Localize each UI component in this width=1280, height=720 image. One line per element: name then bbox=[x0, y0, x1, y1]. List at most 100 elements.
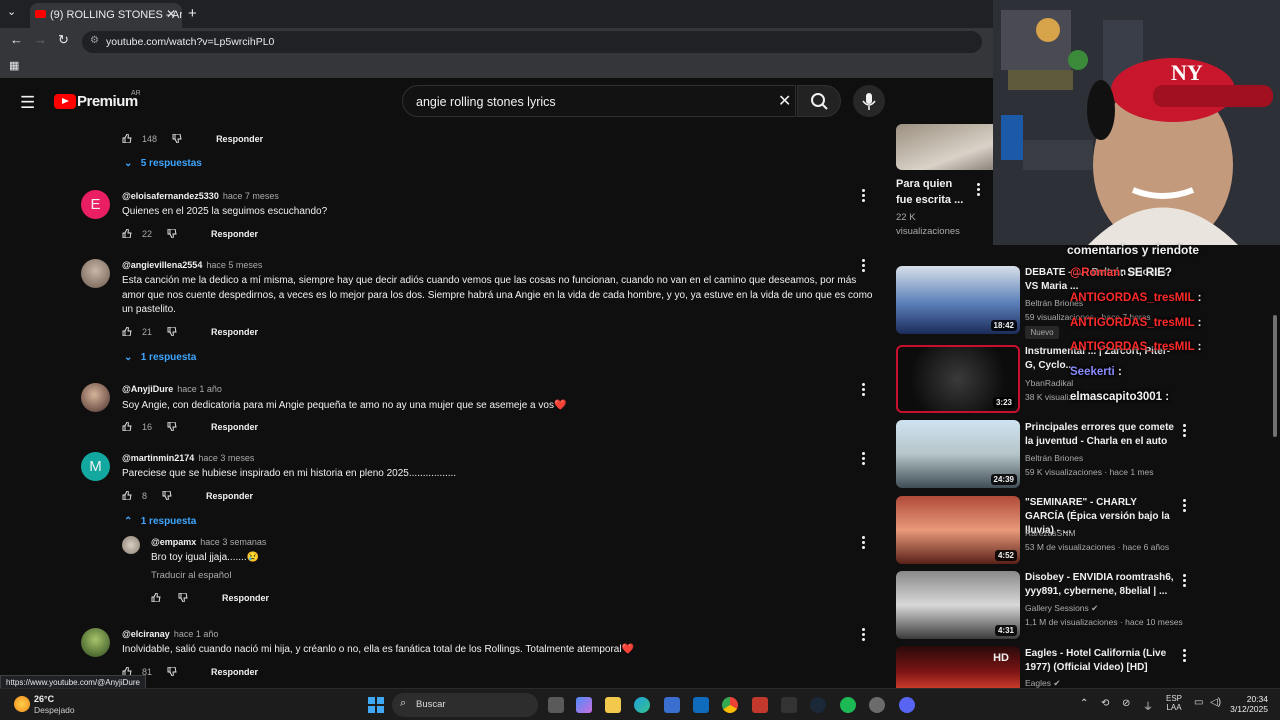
author-name[interactable]: @AnyjiDure bbox=[122, 384, 173, 394]
video-thumbnail[interactable]: 18:42 bbox=[896, 266, 1020, 334]
author-name[interactable]: @elciranay bbox=[122, 629, 170, 639]
author-name[interactable]: @angievillena2554 bbox=[122, 260, 202, 270]
video-thumbnail[interactable]: 3:23 bbox=[896, 345, 1020, 413]
logo-text[interactable]: Premium bbox=[77, 93, 138, 110]
video-thumbnail[interactable]: 4:52 bbox=[896, 496, 1020, 564]
hide-replies-link[interactable]: ⌃ 1 respuesta bbox=[124, 516, 196, 527]
tray-app-icon[interactable]: ⊘ bbox=[1122, 698, 1130, 709]
copilot-icon[interactable] bbox=[576, 697, 592, 713]
dislike-icon[interactable] bbox=[167, 667, 177, 676]
dislike-icon[interactable] bbox=[167, 229, 177, 238]
show-replies-link[interactable]: ⌄ 1 respuesta bbox=[124, 352, 196, 363]
reply-button[interactable]: Responder bbox=[211, 667, 258, 677]
task-view-icon[interactable] bbox=[548, 697, 564, 713]
comment-more-icon[interactable] bbox=[862, 189, 865, 204]
site-info-icon[interactable]: ⚙ bbox=[90, 35, 99, 46]
dislike-icon[interactable] bbox=[178, 593, 188, 602]
video-more-icon[interactable] bbox=[1183, 574, 1186, 589]
like-icon[interactable] bbox=[122, 229, 132, 238]
app-icon[interactable] bbox=[869, 697, 885, 713]
reload-icon[interactable]: ↻ bbox=[58, 32, 69, 48]
avatar[interactable] bbox=[81, 628, 110, 657]
comment-more-icon[interactable] bbox=[862, 259, 865, 274]
start-icon[interactable] bbox=[368, 697, 384, 713]
comment-author[interactable]: @martinmin2174 hace 3 meses bbox=[122, 453, 254, 463]
search-button[interactable] bbox=[797, 85, 841, 117]
reply-button[interactable]: Responder bbox=[211, 229, 258, 239]
search-input[interactable]: angie rolling stones lyrics bbox=[402, 85, 796, 117]
translate-link[interactable]: Traducir al español bbox=[151, 569, 231, 584]
comment-more-icon[interactable] bbox=[862, 536, 865, 551]
video-thumbnail[interactable]: 24:39 bbox=[896, 420, 1020, 488]
comment-time[interactable]: hace 3 semanas bbox=[200, 537, 266, 547]
reply-button[interactable]: Responder bbox=[211, 327, 258, 337]
taskbar-search[interactable]: ⌕ Buscar bbox=[392, 693, 538, 717]
like-icon[interactable] bbox=[122, 491, 132, 500]
show-replies-link[interactable]: ⌄ 5 respuestas bbox=[124, 158, 202, 169]
comment-more-icon[interactable] bbox=[862, 628, 865, 643]
voice-search-button[interactable] bbox=[853, 85, 885, 117]
dislike-icon[interactable] bbox=[167, 327, 177, 336]
video-title[interactable]: Para quien fue escrita ... bbox=[896, 177, 971, 208]
weather-desc[interactable]: Despejado bbox=[34, 705, 75, 715]
video-more-icon[interactable] bbox=[1183, 649, 1186, 664]
back-icon[interactable]: ← bbox=[10, 32, 23, 47]
network-icon[interactable]: ▭ bbox=[1194, 697, 1203, 708]
close-tab-icon[interactable]: ✕ bbox=[166, 7, 176, 21]
chrome-icon[interactable] bbox=[722, 697, 738, 713]
clock[interactable]: 20:34 3/12/2025 bbox=[1230, 694, 1268, 714]
clear-search-icon[interactable]: ✕ bbox=[778, 91, 791, 111]
avatar[interactable] bbox=[81, 259, 110, 288]
tray-chevron-icon[interactable]: ⌃ bbox=[1080, 698, 1088, 709]
comment-author[interactable]: @elciranay hace 1 año bbox=[122, 629, 218, 639]
video-title[interactable]: Disobey - ENVIDIA roomtrash6, yyy891, cy… bbox=[1025, 571, 1175, 599]
like-icon[interactable] bbox=[122, 422, 132, 431]
menu-icon[interactable]: ☰ bbox=[20, 93, 35, 113]
video-title[interactable]: Eagles - Hotel California (Live 1977) (O… bbox=[1025, 647, 1175, 675]
author-name[interactable]: @martinmin2174 bbox=[122, 453, 194, 463]
avatar[interactable]: M bbox=[81, 452, 110, 481]
tab-search-icon[interactable]: ⌄ bbox=[7, 5, 16, 18]
usb-icon[interactable]: ⏚ bbox=[1143, 698, 1153, 713]
youtube-logo-icon[interactable] bbox=[54, 94, 76, 109]
reply-button[interactable]: Responder bbox=[211, 422, 258, 432]
video-thumbnail[interactable]: 4:31 bbox=[896, 571, 1020, 639]
volume-icon[interactable]: ◁) bbox=[1210, 697, 1221, 708]
video-more-icon[interactable] bbox=[977, 183, 980, 198]
comment-time[interactable]: hace 5 meses bbox=[206, 260, 262, 270]
video-more-icon[interactable] bbox=[1183, 499, 1186, 514]
channel-name[interactable]: Gallery Sessions ✔ bbox=[1025, 601, 1200, 615]
file-explorer-icon[interactable] bbox=[605, 697, 621, 713]
reply-button[interactable]: Responder bbox=[216, 134, 263, 144]
steam-icon[interactable] bbox=[810, 697, 826, 713]
comment-author[interactable]: @AnyjiDure hace 1 año bbox=[122, 384, 222, 394]
comment-more-icon[interactable] bbox=[862, 452, 865, 467]
forward-icon[interactable]: → bbox=[34, 32, 47, 47]
comment-time[interactable]: hace 7 meses bbox=[223, 191, 279, 201]
outlook-icon[interactable] bbox=[693, 697, 709, 713]
comment-time[interactable]: hace 1 año bbox=[174, 629, 219, 639]
new-tab-icon[interactable]: + bbox=[188, 5, 197, 22]
weather-temp[interactable]: 26°C bbox=[34, 694, 54, 704]
channel-name[interactable]: Beltrán Briones bbox=[1025, 451, 1200, 465]
spotify-icon[interactable] bbox=[840, 697, 856, 713]
app-icon[interactable] bbox=[752, 697, 768, 713]
comment-more-icon[interactable] bbox=[862, 383, 865, 398]
comment-time[interactable]: hace 3 meses bbox=[198, 453, 254, 463]
avatar[interactable]: E bbox=[81, 190, 110, 219]
reply-button[interactable]: Responder bbox=[222, 593, 269, 603]
like-icon[interactable] bbox=[151, 593, 161, 602]
reply-button[interactable]: Responder bbox=[206, 491, 253, 501]
language-indicator[interactable]: ESP LAA bbox=[1166, 694, 1182, 712]
channel-name[interactable]: RarezasSNM bbox=[1025, 526, 1200, 540]
store-icon[interactable] bbox=[664, 697, 680, 713]
discord-icon[interactable] bbox=[899, 697, 915, 713]
avatar[interactable] bbox=[81, 383, 110, 412]
dislike-icon[interactable] bbox=[162, 491, 172, 500]
edge-icon[interactable] bbox=[634, 697, 650, 713]
video-thumbnail[interactable]: HD bbox=[896, 646, 1020, 688]
comment-author[interactable]: @eloisafernandez5330 hace 7 meses bbox=[122, 191, 279, 201]
like-icon[interactable] bbox=[122, 327, 132, 336]
apps-grid-icon[interactable]: ▦ bbox=[9, 59, 19, 72]
avatar[interactable] bbox=[122, 536, 140, 554]
